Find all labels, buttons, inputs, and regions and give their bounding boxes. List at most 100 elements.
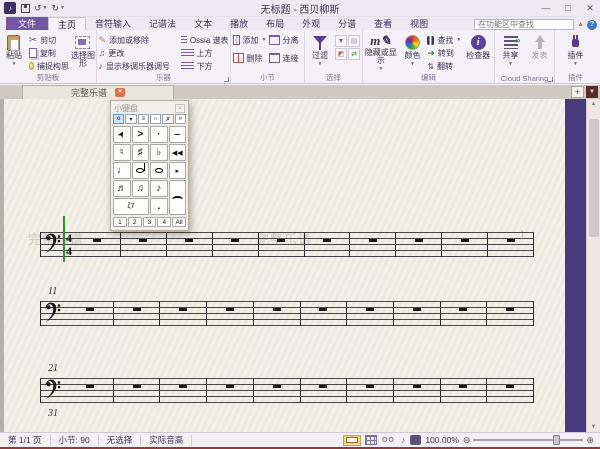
measure[interactable] — [488, 232, 534, 257]
tab-articulations[interactable]: ∩ — [150, 114, 161, 124]
measure[interactable] — [305, 232, 351, 257]
ossia-staff-button[interactable]: Ossia 谱表 — [181, 34, 229, 46]
add-bar-button[interactable]: 添加▼ — [233, 34, 267, 46]
tab-1[interactable]: 音符输入 — [86, 17, 140, 30]
whole-rest[interactable] — [319, 385, 327, 388]
whole-rest[interactable] — [506, 385, 514, 388]
whole-rest[interactable] — [461, 239, 469, 242]
keypad-flat-button[interactable]: ♭ — [150, 144, 168, 161]
keypad-sixteenth-note-button[interactable]: ♬ — [113, 180, 131, 197]
keypad-whole-note-button[interactable] — [150, 162, 168, 179]
select-similar-button[interactable]: ◩ — [335, 48, 347, 60]
zoom-thumb[interactable] — [553, 435, 560, 445]
tab-0[interactable]: 主页 — [48, 17, 86, 30]
tab-jazz-articulations[interactable]: ✗ — [162, 114, 173, 124]
redo-button[interactable]: ↻▼ — [52, 3, 66, 14]
plugins-button[interactable]: 插件▼ — [562, 32, 590, 73]
whole-rest[interactable] — [369, 239, 377, 242]
keypad-rhythm-dot-button[interactable]: . — [150, 198, 168, 215]
whole-rest[interactable] — [277, 239, 285, 242]
add-or-remove-button[interactable]: ✎添加或移除 — [99, 34, 179, 46]
measure[interactable] — [254, 301, 301, 326]
collapse-ribbon-icon[interactable]: ▲ — [577, 21, 584, 28]
select-more-button[interactable]: ▤ — [348, 35, 360, 47]
document-tab-full-score[interactable]: 完整乐谱 ✕ — [22, 85, 174, 99]
keypad-tie-button[interactable] — [169, 180, 187, 215]
view-mode-grid-icon[interactable] — [365, 435, 377, 445]
status-segment-1[interactable]: 小节: 90 — [51, 435, 99, 446]
hide-or-show-button[interactable]: m✎ 隐藏或显示▼ — [364, 32, 398, 73]
show-transposing-button[interactable]: ♪显示移调乐器调号 — [99, 60, 179, 72]
measure[interactable] — [301, 301, 348, 326]
staff[interactable] — [40, 301, 534, 326]
find-button[interactable]: 查找▼ — [427, 34, 461, 46]
keypad-quarter-note-button[interactable]: ♩ — [113, 162, 131, 179]
keypad-accent-button[interactable]: > — [132, 126, 150, 143]
help-icon[interactable]: ? — [587, 20, 597, 30]
status-segment-3[interactable]: 实际音高 — [141, 435, 192, 446]
measure[interactable] — [207, 378, 254, 403]
measure[interactable] — [254, 378, 301, 403]
keypad-eighth-note-beamed-button[interactable]: ♫ — [132, 180, 150, 197]
staff[interactable]: 44 — [40, 232, 534, 257]
new-tab-button[interactable]: + — [571, 86, 584, 98]
publish-button[interactable]: 发表 — [527, 32, 553, 73]
status-segment-0[interactable]: 第 1/1 页 — [0, 435, 51, 446]
goto-button[interactable]: ➜转到 — [427, 47, 461, 59]
keypad-voice-all-button[interactable]: All — [172, 217, 186, 227]
whole-rest[interactable] — [86, 308, 94, 311]
measure[interactable] — [487, 378, 534, 403]
tab-accidentals[interactable]: » — [175, 114, 186, 124]
whole-rest[interactable] — [507, 239, 515, 242]
keypad-staccato-button[interactable]: · — [150, 126, 168, 143]
keypad-tenuto-button[interactable]: – — [169, 126, 187, 143]
share-button[interactable]: 共享▼ — [497, 32, 525, 73]
measure[interactable] — [487, 301, 534, 326]
whole-rest[interactable] — [323, 239, 331, 242]
minimize-button[interactable]: — — [540, 3, 552, 13]
tab-6[interactable]: 外观 — [293, 17, 329, 30]
keypad-eighth-note-button[interactable]: ♪ — [150, 180, 168, 197]
measure[interactable] — [441, 301, 488, 326]
tab-beams-tremolos[interactable]: ≡ — [138, 114, 149, 124]
whole-rest[interactable] — [366, 385, 374, 388]
ribbon-search-input[interactable] — [474, 19, 574, 30]
keypad-voice-1-button[interactable]: 1 — [113, 217, 127, 227]
whole-rest[interactable] — [319, 308, 327, 311]
close-button[interactable]: ✕ — [584, 3, 596, 14]
tab-more-notes[interactable]: ▾ — [125, 114, 136, 124]
copy-button[interactable]: 复制 — [29, 47, 69, 59]
whole-rest[interactable] — [93, 239, 101, 242]
whole-rest[interactable] — [179, 385, 187, 388]
dialog-launcher-icon[interactable] — [548, 77, 553, 82]
view-mode-panorama-icon[interactable]: ♪ — [400, 435, 407, 446]
tab-menu-button[interactable]: ▼ — [586, 86, 598, 98]
measure[interactable] — [67, 378, 114, 403]
keypad-voice-4-button[interactable]: 4 — [157, 217, 171, 227]
whole-rest[interactable] — [273, 308, 281, 311]
whole-rest[interactable] — [273, 385, 281, 388]
ossia-above-button[interactable]: 上方 — [181, 47, 229, 59]
cut-button[interactable]: ✂剪切 — [29, 34, 69, 46]
app-icon[interactable]: ♪ — [4, 2, 16, 14]
measure[interactable] — [114, 378, 161, 403]
whole-rest[interactable] — [459, 308, 467, 311]
undo-button[interactable]: ↺▼ — [34, 3, 48, 14]
keypad-voice-3-button[interactable]: 3 — [143, 217, 157, 227]
keypad-rest-button[interactable]: ζ7 — [113, 198, 149, 215]
scroll-up-icon[interactable]: ▲ — [587, 101, 600, 107]
paste-button[interactable]: 粘贴▼ — [1, 32, 27, 73]
keypad-rewind-button[interactable]: ◀◀ — [169, 144, 187, 161]
measure[interactable] — [213, 232, 259, 257]
tab-file[interactable]: 文件 — [6, 17, 48, 30]
select-graphic-button[interactable]: 选择图形 — [71, 32, 95, 73]
measure[interactable] — [67, 301, 114, 326]
measure[interactable] — [207, 301, 254, 326]
close-tab-icon[interactable]: ✕ — [115, 88, 125, 97]
keypad-advance-button[interactable]: ▸ — [169, 162, 187, 179]
measure[interactable] — [394, 301, 441, 326]
tab-3[interactable]: 文本 — [185, 17, 221, 30]
change-button[interactable]: ♫更改 — [99, 47, 179, 59]
keypad-voice-2-button[interactable]: 2 — [128, 217, 142, 227]
tab-2[interactable]: 记谱法 — [140, 17, 185, 30]
